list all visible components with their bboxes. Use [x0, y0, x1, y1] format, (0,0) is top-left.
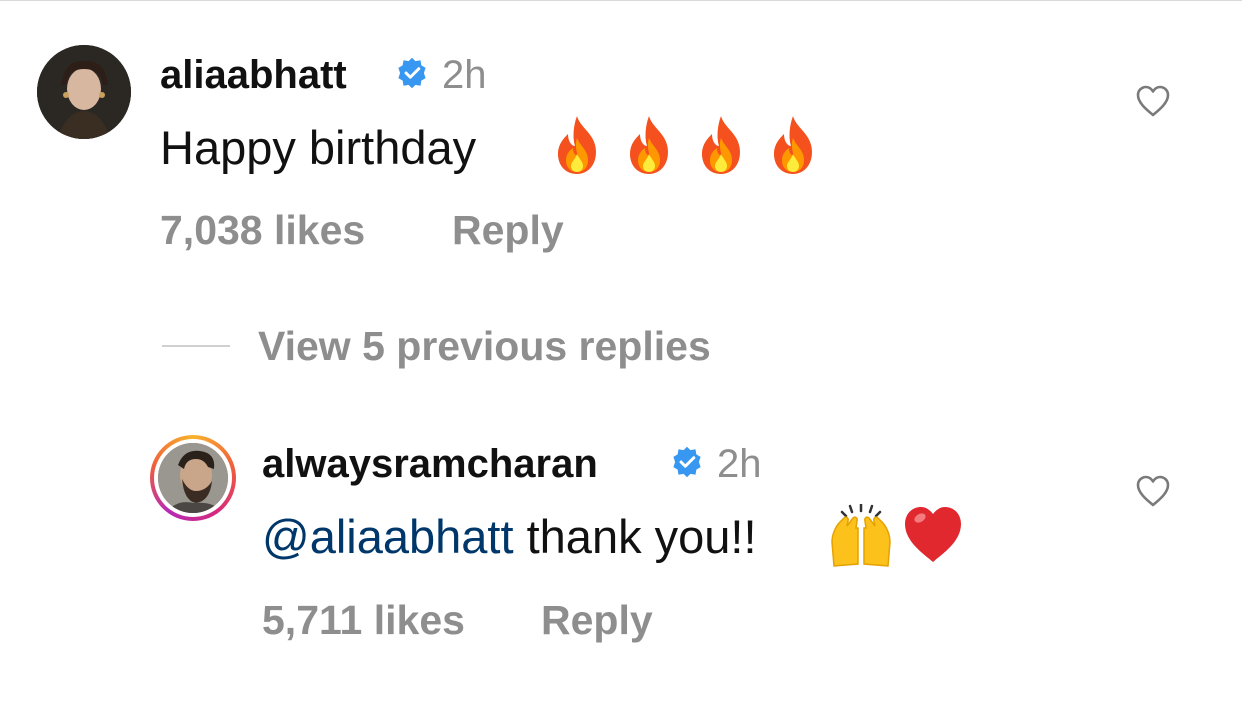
- verified-badge-icon: [398, 57, 426, 89]
- reply-button[interactable]: Reply: [541, 600, 653, 641]
- comment-text: Happy birthday: [160, 121, 477, 174]
- reply-username[interactable]: alwaysramcharan: [262, 444, 598, 484]
- avatar[interactable]: [158, 443, 228, 513]
- fire-emoji: [630, 116, 668, 174]
- reply-body: thank you!!: [513, 510, 757, 563]
- reply-likes[interactable]: 5,711 likes: [262, 600, 465, 641]
- reply-text: @aliaabhatt thank you!!: [262, 513, 757, 560]
- mention-link[interactable]: @aliaabhatt: [262, 510, 514, 563]
- view-previous-replies-button[interactable]: View 5 previous replies: [258, 326, 711, 367]
- like-heart-icon[interactable]: [1135, 474, 1171, 508]
- verified-badge-icon: [673, 446, 701, 478]
- thread-line: [162, 345, 230, 347]
- red-heart-emoji: [905, 507, 961, 562]
- reply-timestamp: 2h: [717, 442, 762, 486]
- comment-timestamp: 2h: [442, 53, 487, 97]
- reply-button[interactable]: Reply: [452, 210, 564, 251]
- fire-emoji: [558, 116, 596, 174]
- comment-likes[interactable]: 7,038 likes: [160, 210, 365, 251]
- top-divider: [0, 0, 1242, 1]
- fire-emoji: [702, 116, 740, 174]
- story-ring[interactable]: [150, 435, 236, 521]
- raising-hands-emoji: [831, 504, 891, 567]
- avatar-photo: [37, 45, 131, 139]
- comment-username[interactable]: aliaabhatt: [160, 55, 347, 95]
- avatar-photo: [158, 443, 228, 513]
- avatar[interactable]: [37, 45, 131, 139]
- like-heart-icon[interactable]: [1135, 84, 1171, 118]
- fire-emoji: [774, 116, 812, 174]
